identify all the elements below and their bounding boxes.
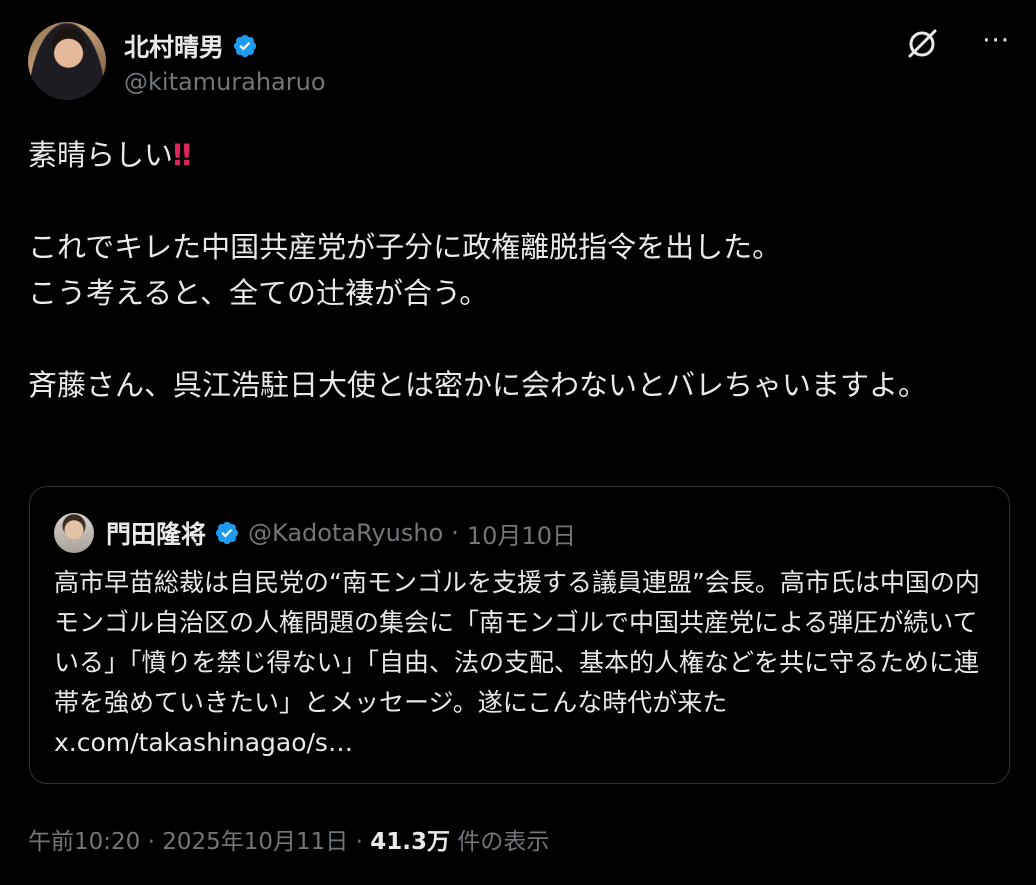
view-count-label: 件の表示 [457,829,550,855]
tweet-footer: 午前10:20 · 2025年10月11日 · 41.3万 件の表示 [28,822,549,856]
quoted-tweet-date[interactable]: 10月10日 [467,516,576,551]
author-name[interactable]: 北村晴男 [124,28,224,64]
quoted-tweet-header: 門田隆将 @KadotaRyusho · 10月10日 [54,513,576,553]
footer-separator: · [147,829,155,855]
quoted-author-name[interactable]: 門田隆将 [106,515,206,551]
footer-separator: · [355,829,363,855]
tweet-paragraph3: 斉藤さん、呉江浩駐日大使とは密かに会わないとバレちゃいますよ。 [28,368,928,402]
author-avatar[interactable] [28,22,106,100]
tweet-time[interactable]: 午前10:20 [28,829,140,855]
quoted-tweet[interactable]: 門田隆将 @KadotaRyusho · 10月10日 高市早苗総裁は自民党の“… [29,486,1010,784]
grok-icon[interactable] [904,26,940,62]
double-exclamation-icon: ‼ [173,138,191,172]
tweet-date[interactable]: 2025年10月11日 [162,829,348,855]
quoted-tweet-text: 高市早苗総裁は自民党の“南モンゴルを支援する議員連盟”会長。高市氏は中国の内モン… [54,568,980,757]
view-count: 41.3万 [370,829,450,855]
tweet-paragraph2: これでキレた中国共産党が子分に政権離脱指令を出した。 こう考えると、全ての辻褄が… [28,230,782,310]
verified-badge-icon [233,34,257,58]
author-name-row: 北村晴男 [124,28,258,64]
tweet-text: 素晴らしい‼ これでキレた中国共産党が子分に政権離脱指令を出した。 こう考えると… [28,132,1008,408]
tweet-line1: 素晴らしい [28,138,174,172]
quoted-author-avatar[interactable] [54,513,94,553]
author-handle[interactable]: @kitamuraharuo [124,68,326,96]
more-icon[interactable]: ··· [982,26,1010,56]
quoted-author-handle[interactable]: @KadotaRyusho [248,519,443,547]
tweet-header: 北村晴男 @kitamuraharuo ··· [28,22,1016,102]
quoted-verified-badge-icon [215,521,239,545]
quoted-meta-separator: · [451,519,459,547]
